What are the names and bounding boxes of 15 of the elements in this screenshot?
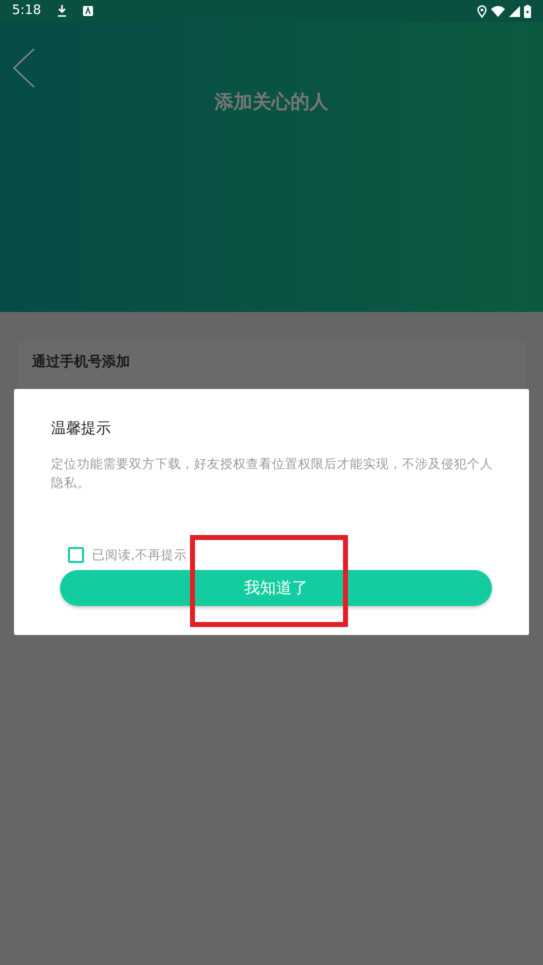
battery-icon xyxy=(524,4,531,18)
confirm-button[interactable]: 我知道了 xyxy=(60,570,492,606)
dialog-message: 定位功能需要双方下载，好友授权查看位置权限后才能实现，不涉及侵犯个人隐私。 xyxy=(50,455,494,492)
section-title: 通过手机号添加 xyxy=(31,353,130,372)
status-time: 5:18 xyxy=(12,2,42,20)
page-title: 添加关心的人 xyxy=(214,90,328,115)
location-icon xyxy=(477,4,487,18)
wifi-icon xyxy=(491,6,505,16)
keyboard-icon xyxy=(83,6,94,16)
checkbox[interactable] xyxy=(68,547,84,563)
checkbox-label[interactable]: 已阅读,不再提示 xyxy=(92,546,187,564)
back-icon[interactable] xyxy=(12,48,36,88)
signal-icon xyxy=(509,6,520,16)
dialog-title: 温馨提示 xyxy=(50,418,111,439)
download-icon xyxy=(57,5,68,17)
